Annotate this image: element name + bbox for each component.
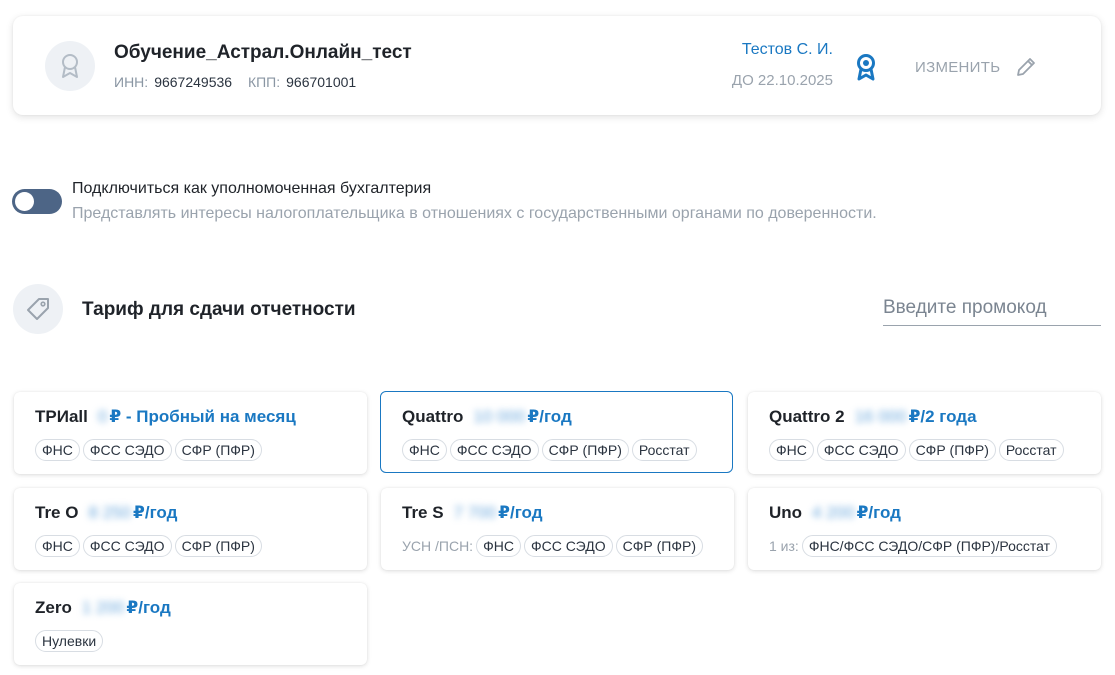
plan-name: Tre S — [402, 503, 444, 522]
plan-tag: СФР (ПФР) — [174, 535, 262, 557]
plan-tag: СФР (ПФР) — [615, 535, 703, 557]
pencil-icon — [1017, 58, 1036, 76]
plan-header: Quattro 2 16 000 ₽/2 года — [769, 407, 977, 427]
plan-price-amount: 7 700 — [453, 503, 497, 522]
plan-tag: ФСС СЭДО — [82, 439, 172, 461]
organization-card: Обучение_Астрал.Онлайн_тест ИНН: 96672495… — [13, 16, 1101, 115]
plan-tags: Нулевки — [35, 630, 106, 652]
promo-code-input[interactable] — [883, 290, 1101, 326]
plan-price-amount: 1 200 — [81, 598, 125, 617]
plan-header: Tre O 8 250 ₽/год — [35, 503, 177, 523]
plan-tag: СФР (ПФР) — [541, 439, 629, 461]
plan-card-triall[interactable]: ТРИall 0 ₽ - Пробный на месяц ФНС ФСС СЭДО… — [14, 392, 367, 474]
plan-tags: УСН /ПСН: ФНС ФСС СЭДО СФР (ПФР) — [402, 535, 706, 557]
plan-price: 4 200 ₽/год — [812, 503, 901, 522]
kpp-label: КПП: — [247, 74, 281, 90]
plan-tag: ФСС СЭДО — [449, 439, 539, 461]
organization-name: Обучение_Астрал.Онлайн_тест — [114, 42, 412, 63]
plan-price-period: ₽/год — [856, 503, 901, 522]
plan-tags-prefix: 1 из: — [769, 538, 799, 554]
plan-price-amount: 4 200 — [812, 503, 855, 522]
organization-ids: ИНН: 9667249536 КПП: 966701001 — [114, 74, 368, 90]
plan-card-quattro-2[interactable]: Quattro 2 16 000 ₽/2 года ФНС ФСС СЭДО СФР… — [748, 392, 1101, 474]
price-tag-icon — [27, 298, 49, 320]
plan-tags-prefix: УСН /ПСН: — [402, 538, 474, 554]
toggle-knob — [15, 192, 34, 211]
plan-tag: ФСС СЭДО — [523, 535, 613, 557]
plan-tag: ФСС СЭДО — [82, 535, 172, 557]
plan-price-amount: 0 — [97, 407, 108, 426]
authorized-accounting-toggle[interactable] — [12, 189, 62, 214]
plan-card-uno[interactable]: Uno 4 200 ₽/год 1 из: ФНС/ФСС СЭДО/СФР (ПФ… — [748, 488, 1101, 570]
plan-name: Tre O — [35, 503, 79, 522]
plan-tags: ФНС ФСС СЭДО СФР (ПФР) — [35, 535, 265, 557]
certificate-valid-until: ДО 22.10.2025 — [731, 72, 833, 89]
plan-price-period: ₽/год — [133, 503, 178, 522]
plan-price: 1 200 ₽/год — [82, 598, 171, 617]
plan-price-period: ₽/2 года — [908, 407, 977, 426]
plan-tag: СФР (ПФР) — [908, 439, 996, 461]
authorized-accounting-description: Представлять интересы налогоплательщика … — [72, 205, 877, 222]
organization-avatar — [45, 41, 95, 91]
change-signer-label: ИЗМЕНИТЬ — [915, 58, 1001, 76]
plan-tag: ФНС — [769, 439, 814, 461]
plan-header: Uno 4 200 ₽/год — [769, 503, 901, 523]
plan-tag: ФСС СЭДО — [816, 439, 906, 461]
change-signer-button[interactable]: ИЗМЕНИТЬ — [915, 52, 1038, 82]
plan-tag: Росстат — [998, 439, 1064, 461]
plan-name: ТРИall — [35, 407, 88, 426]
plan-price-period: ₽/год — [498, 503, 543, 522]
plan-price-amount: 8 250 — [88, 503, 132, 522]
plan-name: Zero — [35, 598, 72, 617]
plan-name: Quattro — [402, 407, 464, 426]
certificate-icon — [857, 54, 875, 81]
plan-header: Zero 1 200 ₽/год — [35, 598, 171, 618]
plan-price: 0 ₽ - Пробный на месяц — [98, 407, 296, 426]
plan-tags: ФНС ФСС СЭДО СФР (ПФР) — [35, 439, 265, 461]
plan-tag: ФНС — [476, 535, 521, 557]
plan-tag: ФНС/ФСС СЭДО/СФР (ПФР)/Росстат — [801, 535, 1058, 557]
plan-tag: Нулевки — [35, 630, 104, 652]
plan-tags: 1 из: ФНС/ФСС СЭДО/СФР (ПФР)/Росстат — [769, 535, 1060, 557]
plan-card-tre-s[interactable]: Tre S 7 700 ₽/год УСН /ПСН: ФНС ФСС СЭДО С… — [381, 488, 734, 570]
plan-price: 16 000 ₽/2 года — [855, 407, 977, 426]
plan-tag: ФНС — [402, 439, 447, 461]
plan-price: 7 700 ₽/год — [454, 503, 543, 522]
plan-card-quattro[interactable]: Quattro 10 000 ₽/год ФНС ФСС СЭДО СФР (ПФР… — [380, 391, 733, 473]
plan-price-amount: 16 000 — [854, 407, 907, 426]
plan-price: 8 250 ₽/год — [88, 503, 177, 522]
plan-price: 10 000 ₽/год — [473, 407, 571, 426]
plan-header: Tre S 7 700 ₽/год — [402, 503, 543, 523]
plan-tag: ФНС — [35, 439, 80, 461]
inn-label: ИНН: — [114, 74, 149, 90]
plan-price-period: ₽ - Пробный на месяц — [109, 407, 296, 426]
plan-tags: ФНС ФСС СЭДО СФР (ПФР) Росстат — [402, 439, 700, 461]
plan-name: Quattro 2 — [769, 407, 845, 426]
authorized-accounting-title: Подключиться как уполномоченная бухгалте… — [72, 180, 432, 197]
plan-header: ТРИall 0 ₽ - Пробный на месяц — [35, 407, 296, 427]
plan-price-period: ₽/год — [126, 598, 171, 617]
kpp-value: 966701001 — [286, 74, 357, 90]
tariff-section-title: Тариф для сдачи отчетности — [82, 299, 356, 320]
plan-tag: СФР (ПФР) — [174, 439, 262, 461]
plan-card-zero[interactable]: Zero 1 200 ₽/год Нулевки — [14, 583, 367, 665]
plan-card-tre-o[interactable]: Tre O 8 250 ₽/год ФНС ФСС СЭДО СФР (ПФР) — [14, 488, 367, 570]
tariff-icon-circle — [13, 284, 63, 334]
plan-name: Uno — [769, 503, 803, 522]
plan-price-amount: 10 000 — [473, 407, 526, 426]
plan-header: Quattro 10 000 ₽/год — [402, 407, 572, 427]
signer-name[interactable]: Тестов С. И. — [742, 41, 833, 59]
award-icon — [62, 54, 78, 78]
plan-tags: ФНС ФСС СЭДО СФР (ПФР) Росстат — [769, 439, 1067, 461]
inn-value: 9667249536 — [154, 74, 233, 90]
plan-tag: Росстат — [631, 439, 697, 461]
plan-price-period: ₽/год — [527, 407, 572, 426]
plan-tag: ФНС — [35, 535, 80, 557]
